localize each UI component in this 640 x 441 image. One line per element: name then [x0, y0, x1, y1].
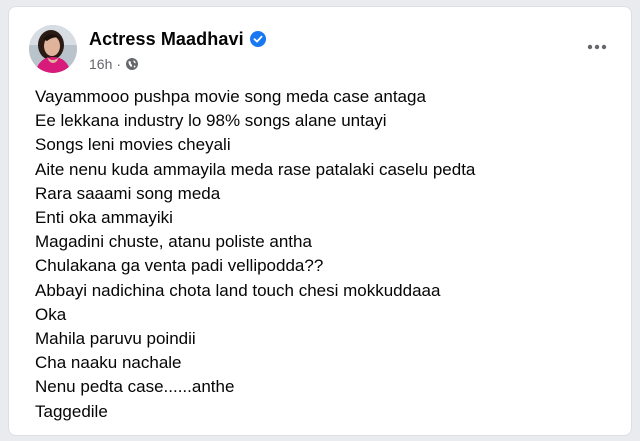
post-text-line: Vayammooo pushpa movie song meda case an… — [35, 87, 426, 106]
post-text-line: Oka — [35, 304, 67, 324]
post-text-line: Nenu pedta case......anthe — [35, 377, 235, 397]
post-text-line: Chulakana ga venta padi vellipodda?? — [35, 256, 324, 276]
post-text-line: Ee lekkana industry lo 98% songs alane u… — [35, 111, 387, 131]
meta-separator: · — [116, 56, 122, 72]
globe-icon[interactable] — [125, 57, 139, 71]
post-text-line: Cha naaku nachale — [35, 353, 182, 373]
post-text-line: Enti oka ammayiki — [35, 208, 173, 228]
post-body: Vayammooo pushpa movie song meda case an… — [35, 85, 615, 424]
meta-line: 16h · — [89, 55, 266, 73]
post-text-line: Mahila paruvu poindii — [35, 329, 196, 349]
more-options-button[interactable] — [579, 29, 615, 65]
more-horizontal-icon — [587, 44, 607, 50]
post-text-line: Songs leni movies cheyali — [35, 135, 231, 155]
avatar-image — [29, 25, 77, 73]
author-line: Actress Maadhavi — [89, 27, 266, 51]
post-text-line: Taggedile — [35, 401, 108, 421]
verified-badge-icon — [249, 31, 266, 47]
post-text-line: Rara saaami song meda — [35, 183, 221, 203]
avatar[interactable] — [29, 25, 77, 73]
post-text-line: Magadini chuste, atanu poliste antha — [35, 232, 312, 252]
author-block: Actress Maadhavi 16h · — [89, 27, 266, 73]
author-name[interactable]: Actress Maadhavi — [89, 29, 244, 50]
post-text-line: Abbayi nadichina chota land touch chesi … — [35, 280, 441, 300]
post-header: Actress Maadhavi 16h · — [29, 23, 615, 75]
post-text-line: Aite nenu kuda ammayila meda rase patala… — [35, 159, 476, 179]
post-timestamp[interactable]: 16h — [89, 56, 112, 72]
post-card: Actress Maadhavi 16h · Vayammooo pushpa … — [8, 6, 632, 436]
